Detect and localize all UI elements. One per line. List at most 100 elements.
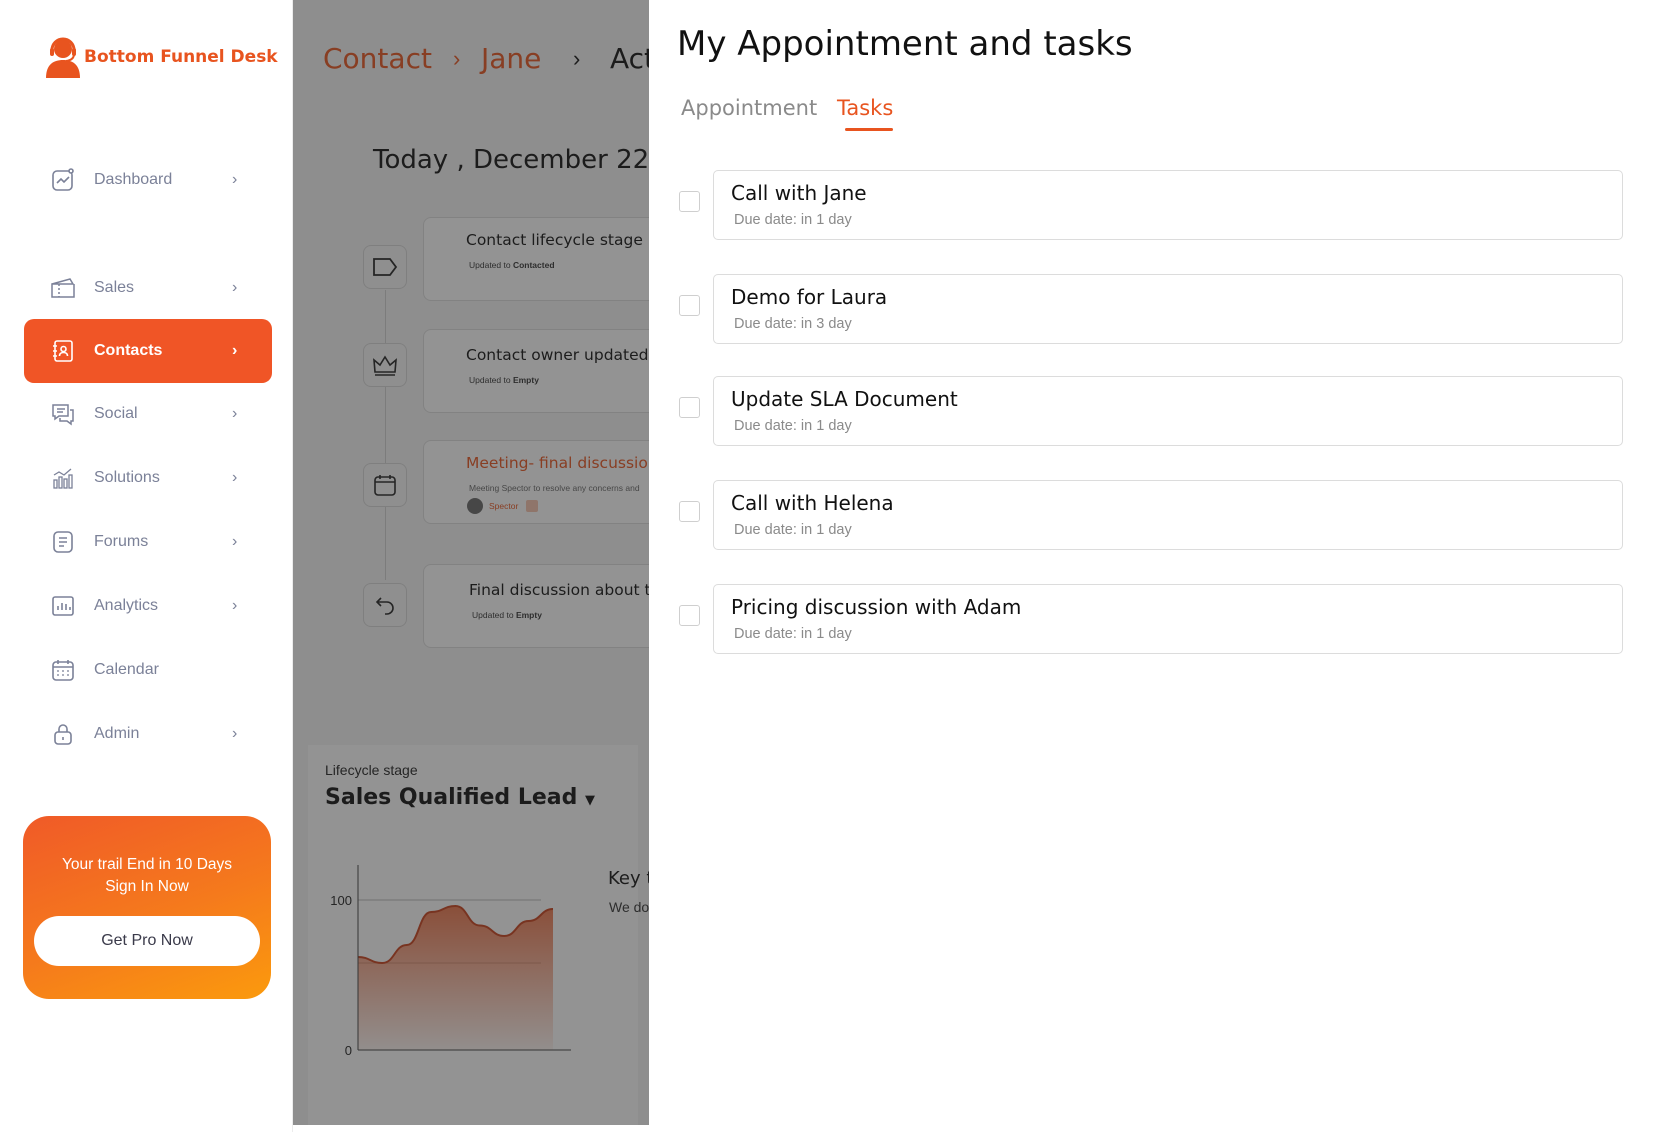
task-item[interactable]: Call with Helena Due date: in 1 day bbox=[679, 480, 1649, 550]
trial-promo-line: Your trail End in 10 Days bbox=[61, 856, 233, 873]
task-card[interactable]: Call with Jane Due date: in 1 day bbox=[713, 170, 1623, 240]
key-insight-text: We do conta bbox=[609, 899, 649, 915]
sidebar-item-social[interactable]: Social › bbox=[24, 382, 272, 446]
sign-in-prompt[interactable]: Sign In Now bbox=[23, 876, 271, 898]
sidebar-item-label: Dashboard bbox=[94, 171, 173, 188]
lifecycle-chart: 100 0 bbox=[330, 865, 571, 1058]
task-due-date: Due date: in 1 day bbox=[734, 212, 852, 228]
sidebar-item-calendar[interactable]: Calendar bbox=[24, 638, 272, 702]
sidebar-item-contacts[interactable]: Contacts › bbox=[24, 319, 272, 383]
trial-promo-card: Your trail End in 10 Days Sign In Now Ge… bbox=[23, 816, 271, 999]
get-pro-button[interactable]: Get Pro Now bbox=[34, 916, 260, 966]
timeline-connector bbox=[385, 290, 386, 580]
timeline-sub-value: Contacted bbox=[512, 260, 555, 270]
breadcrumb-contact[interactable]: Contact bbox=[323, 42, 432, 75]
sidebar-item-label: Analytics bbox=[94, 597, 159, 614]
contact-activity-panel: Contact › Jane › Act Today , December 22… bbox=[293, 0, 649, 1125]
timeline-sub-prefix: Updated to bbox=[469, 260, 513, 270]
tab-tasks[interactable]: Tasks bbox=[837, 96, 893, 120]
task-checkbox[interactable] bbox=[679, 605, 700, 626]
task-item[interactable]: Pricing discussion with Adam Due date: in… bbox=[679, 584, 1649, 654]
timeline-subtitle: Updated to Empty bbox=[472, 610, 542, 620]
task-due-date: Due date: in 1 day bbox=[734, 626, 852, 642]
task-checkbox[interactable] bbox=[679, 295, 700, 316]
timeline-card[interactable]: Contact lifecycle stage u Updated to Con… bbox=[423, 217, 649, 301]
sidebar-item-solutions[interactable]: Solutions › bbox=[24, 446, 272, 510]
timeline-card[interactable]: Final discussion about t Updated to Empt… bbox=[423, 564, 649, 648]
task-card[interactable]: Call with Helena Due date: in 1 day bbox=[713, 480, 1623, 550]
task-card[interactable]: Demo for Laura Due date: in 3 day bbox=[713, 274, 1623, 344]
sidebar-item-sales[interactable]: Sales › bbox=[24, 256, 272, 320]
logo[interactable]: Bottom Funnel Desk bbox=[44, 36, 278, 78]
sidebar-item-admin[interactable]: Admin › bbox=[24, 702, 272, 766]
sidebar-item-label: Calendar bbox=[94, 661, 159, 678]
chevron-right-icon: › bbox=[232, 725, 238, 742]
chevron-right-icon: › bbox=[232, 533, 238, 550]
calendar-icon bbox=[363, 463, 407, 507]
attendee-name: Spector bbox=[489, 501, 519, 511]
task-due-date: Due date: in 3 day bbox=[734, 316, 852, 332]
bar-chart-icon bbox=[50, 465, 76, 491]
ticket-icon bbox=[50, 275, 76, 301]
analytics-icon bbox=[50, 593, 76, 619]
lifecycle-stage-dropdown[interactable]: Sales Qualified Lead ▼ bbox=[325, 785, 595, 810]
sidebar: Bottom Funnel Desk Dashboard › Sales › C… bbox=[0, 0, 293, 1132]
task-title: Update SLA Document bbox=[731, 387, 958, 411]
contacts-book-icon bbox=[50, 338, 76, 364]
breadcrumb-activity: Act bbox=[610, 42, 649, 75]
timeline-sub-value: Empty bbox=[515, 610, 542, 620]
timeline-card-meeting[interactable]: Meeting- final discussion Meeting Specto… bbox=[423, 440, 649, 524]
task-card[interactable]: Pricing discussion with Adam Due date: in… bbox=[713, 584, 1623, 654]
chat-bubbles-icon bbox=[50, 401, 76, 427]
brand-name: Bottom Funnel Desk bbox=[84, 47, 278, 67]
appointments-tasks-panel: My Appointment and tasks Appointment Tas… bbox=[649, 0, 1655, 1132]
caret-down-icon: ▼ bbox=[585, 793, 596, 808]
sidebar-item-label: Contacts bbox=[94, 342, 163, 359]
headset-agent-icon bbox=[44, 36, 82, 78]
y-tick-label: 0 bbox=[345, 1043, 352, 1058]
sidebar-item-label: Forums bbox=[94, 533, 149, 550]
task-item[interactable]: Update SLA Document Due date: in 1 day bbox=[679, 376, 1649, 446]
task-item[interactable]: Demo for Laura Due date: in 3 day bbox=[679, 274, 1649, 344]
breadcrumb-jane[interactable]: Jane bbox=[481, 42, 541, 75]
chevron-right-icon: › bbox=[453, 46, 461, 71]
task-item[interactable]: Call with Jane Due date: in 1 day bbox=[679, 170, 1649, 240]
sidebar-item-label: Solutions bbox=[94, 469, 160, 486]
chevron-right-icon: › bbox=[232, 469, 238, 486]
tab-appointment[interactable]: Appointment bbox=[681, 96, 817, 120]
timeline-title: Meeting- final discussion bbox=[466, 454, 649, 472]
timeline-date-heading: Today , December 22, bbox=[373, 145, 649, 175]
sidebar-item-label: Sales bbox=[94, 279, 135, 296]
timeline-title: Contact owner updated bbox=[466, 346, 649, 364]
crown-icon bbox=[363, 343, 407, 387]
task-checkbox[interactable] bbox=[679, 397, 700, 418]
timeline-subtitle: Updated to Empty bbox=[469, 375, 539, 385]
timeline-sub-value: Empty bbox=[512, 375, 539, 385]
chevron-right-icon: › bbox=[232, 279, 238, 296]
chevron-right-icon: › bbox=[232, 405, 238, 422]
sidebar-item-forums[interactable]: Forums › bbox=[24, 510, 272, 574]
chevron-right-icon: › bbox=[232, 171, 238, 188]
timeline-subtitle: Meeting Spector to resolve any concerns … bbox=[469, 483, 640, 493]
lifecycle-stage-value: Sales Qualified Lead bbox=[325, 785, 578, 810]
app-root: Bottom Funnel Desk Dashboard › Sales › C… bbox=[0, 0, 1655, 1132]
chart-area-fill bbox=[358, 906, 553, 1050]
calendar-icon bbox=[50, 657, 76, 683]
y-tick-label: 100 bbox=[330, 893, 352, 908]
chevron-right-icon: › bbox=[232, 597, 238, 614]
sidebar-item-dashboard[interactable]: Dashboard › bbox=[24, 148, 272, 212]
meeting-attendee: Spector bbox=[467, 498, 539, 514]
sidebar-item-label: Social bbox=[94, 405, 138, 422]
timeline-sub-prefix: Updated to bbox=[469, 375, 513, 385]
task-card[interactable]: Update SLA Document Due date: in 1 day bbox=[713, 376, 1623, 446]
attendee-badge bbox=[526, 500, 539, 512]
sidebar-item-analytics[interactable]: Analytics › bbox=[24, 574, 272, 638]
task-checkbox[interactable] bbox=[679, 191, 700, 212]
chart-trend-icon bbox=[50, 167, 76, 193]
lifecycle-label: Lifecycle stage bbox=[325, 762, 418, 778]
timeline-card[interactable]: Contact owner updated Updated to Empty bbox=[423, 329, 649, 413]
active-tab-indicator bbox=[845, 128, 893, 131]
task-checkbox[interactable] bbox=[679, 501, 700, 522]
undo-icon bbox=[363, 583, 407, 627]
panel-title: My Appointment and tasks bbox=[677, 24, 1133, 64]
